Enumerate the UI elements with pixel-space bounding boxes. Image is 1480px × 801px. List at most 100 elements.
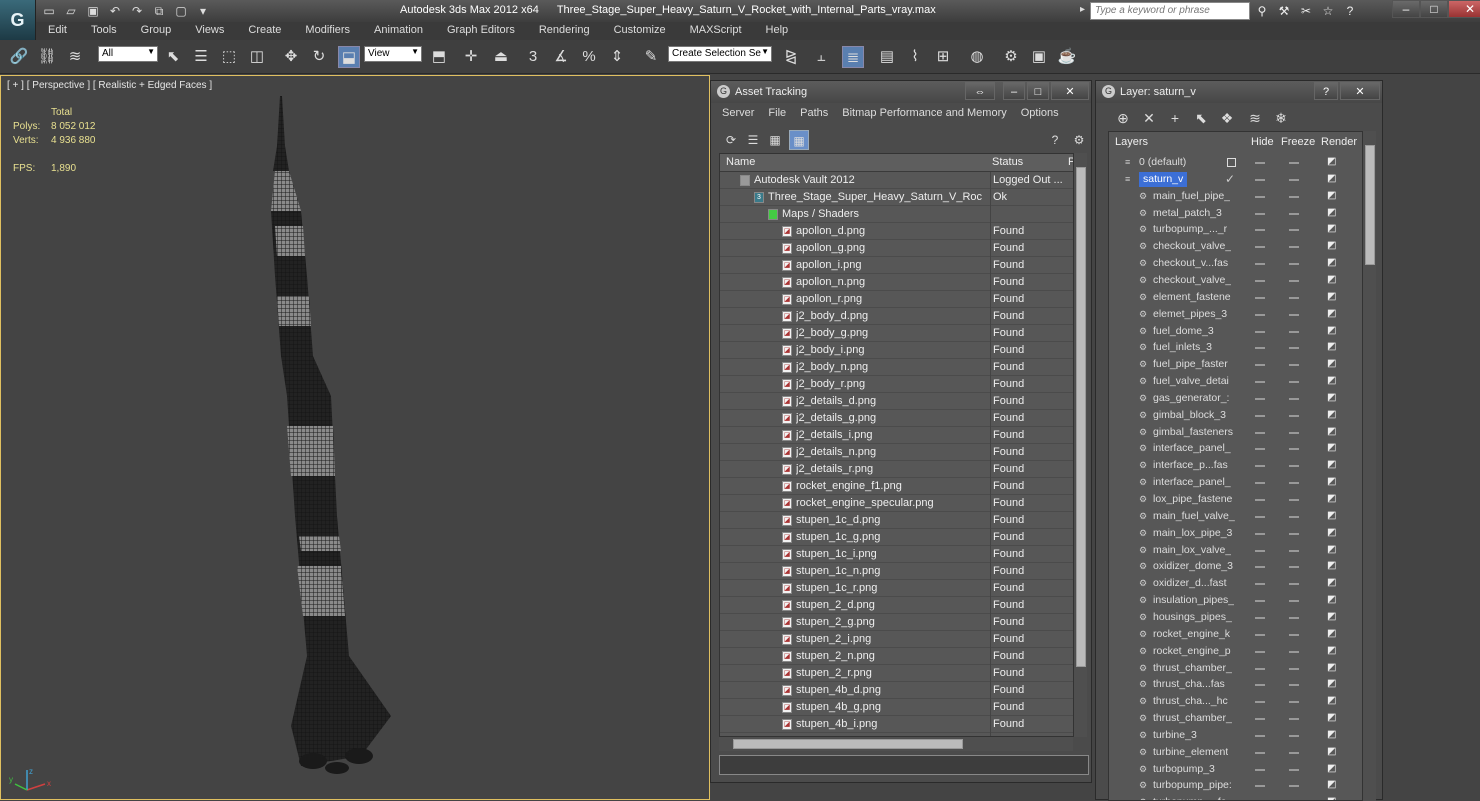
freeze-toggle[interactable] xyxy=(1289,684,1299,687)
layer-row[interactable]: ⚙ rocket_engine_p ◩ xyxy=(1109,643,1363,660)
freeze-toggle[interactable] xyxy=(1289,734,1299,737)
menu-modifiers[interactable]: Modifiers xyxy=(293,22,362,40)
render-teapot-icon[interactable]: ◩ xyxy=(1327,359,1337,369)
freeze-toggle[interactable] xyxy=(1289,667,1299,670)
hide-toggle[interactable] xyxy=(1255,448,1265,451)
layer-row[interactable]: ⚙ interface_panel_ ◩ xyxy=(1109,440,1363,457)
render-teapot-icon[interactable]: ◩ xyxy=(1327,746,1337,757)
col-render-header[interactable]: Render xyxy=(1321,136,1357,148)
table-row[interactable]: ◪ stupen_1c_d.png Found xyxy=(720,512,1074,529)
layer-row[interactable]: ⚙ turbopump_pipe: ◩ xyxy=(1109,777,1363,794)
hide-toggle[interactable] xyxy=(1255,684,1265,687)
layer-row[interactable]: ⚙ interface_p...fas ◩ xyxy=(1109,457,1363,474)
render-teapot-icon[interactable]: ◩ xyxy=(1327,595,1337,605)
col-name-header[interactable]: Name xyxy=(726,156,755,168)
asset-menu-options[interactable]: Options xyxy=(1014,105,1066,121)
hide-toggle[interactable] xyxy=(1255,178,1265,181)
menu-group[interactable]: Group xyxy=(129,22,184,40)
freeze-toggle[interactable] xyxy=(1289,347,1299,350)
layer-row[interactable]: ⚙ checkout_valve_ ◩ xyxy=(1109,272,1363,289)
table-row[interactable]: ◪ j2_body_r.png Found xyxy=(720,376,1074,393)
rotate-icon[interactable]: ↻ xyxy=(308,46,330,68)
table-row[interactable]: Autodesk Vault 2012 Logged Out ... xyxy=(720,172,1074,189)
asset-horizontal-scrollbar[interactable] xyxy=(719,737,1073,751)
align-icon[interactable]: ⫠ xyxy=(810,46,832,68)
hide-toggle[interactable] xyxy=(1255,785,1265,788)
hide-toggle[interactable] xyxy=(1255,246,1265,249)
bind-space-warp-icon[interactable]: ≋ xyxy=(64,46,86,68)
hold-icon[interactable]: ⧉ xyxy=(150,2,168,20)
render-production-icon[interactable]: ☕ xyxy=(1056,46,1078,68)
menu-views[interactable]: Views xyxy=(183,22,236,40)
menu-edit[interactable]: Edit xyxy=(36,22,79,40)
render-teapot-icon[interactable]: ◩ xyxy=(1327,173,1337,184)
open-file-icon[interactable]: ▱ xyxy=(62,2,80,20)
hide-toggle[interactable] xyxy=(1255,768,1265,771)
hide-toggle[interactable] xyxy=(1255,499,1265,501)
asset-vscroll-thumb[interactable] xyxy=(1076,167,1086,667)
freeze-toggle[interactable] xyxy=(1289,296,1299,299)
layer-row[interactable]: ⚙ oxidizer_dome_3 ◩ xyxy=(1109,558,1363,575)
freeze-toggle[interactable] xyxy=(1289,600,1299,603)
render-teapot-icon[interactable]: ◩ xyxy=(1327,258,1337,268)
refresh-icon[interactable]: ⟳ xyxy=(721,130,741,150)
hide-toggle[interactable] xyxy=(1255,347,1265,350)
render-teapot-icon[interactable]: ◩ xyxy=(1327,241,1337,251)
layer-row[interactable]: ⚙ fuel_dome_3 ◩ xyxy=(1109,323,1363,340)
table-row[interactable]: ◪ j2_details_d.png Found xyxy=(720,393,1074,410)
highlight-selected-icon[interactable]: ❖ xyxy=(1218,109,1236,127)
table-row[interactable]: ◪ rocket_engine_f1.png Found xyxy=(720,478,1074,495)
select-highlighted-icon[interactable]: ⬉ xyxy=(1192,109,1210,127)
freeze-toggle[interactable] xyxy=(1289,162,1299,164)
hide-toggle[interactable] xyxy=(1255,718,1265,721)
select-object-icon[interactable]: ⬉ xyxy=(162,46,184,68)
freeze-toggle[interactable] xyxy=(1289,633,1299,636)
freeze-toggle[interactable] xyxy=(1289,414,1299,417)
select-by-name-icon[interactable]: ☰ xyxy=(190,46,212,68)
table-row[interactable]: ◪ j2_details_g.png Found xyxy=(720,410,1074,427)
hide-toggle[interactable] xyxy=(1255,616,1265,619)
freeze-toggle[interactable] xyxy=(1289,229,1299,232)
hide-toggle[interactable] xyxy=(1255,414,1265,417)
menu-graph-editors[interactable]: Graph Editors xyxy=(435,22,527,40)
named-selection-set-dropdown[interactable]: Create Selection Se ▼ xyxy=(668,46,772,62)
asset-menu-paths[interactable]: Paths xyxy=(793,105,835,121)
link-icon[interactable]: 🔗 xyxy=(8,46,30,68)
hide-toggle[interactable] xyxy=(1255,482,1265,485)
freeze-toggle[interactable] xyxy=(1289,465,1299,468)
hide-toggle[interactable] xyxy=(1255,381,1265,384)
window-crossing-icon[interactable]: ◫ xyxy=(246,46,268,68)
render-teapot-icon[interactable]: ◩ xyxy=(1327,713,1337,723)
render-teapot-icon[interactable]: ◩ xyxy=(1327,780,1337,790)
hide-toggle[interactable] xyxy=(1255,583,1265,586)
freeze-toggle[interactable] xyxy=(1289,499,1299,501)
layer-row[interactable]: ≡ saturn_v ✓ ◩ xyxy=(1109,171,1363,188)
table-row[interactable]: ◪ j2_body_d.png Found xyxy=(720,308,1074,325)
layer-row[interactable]: ⚙ checkout_v...fas ◩ xyxy=(1109,255,1363,272)
help-icon[interactable]: ? xyxy=(1045,130,1065,150)
freeze-toggle[interactable] xyxy=(1289,616,1299,619)
selection-filter-dropdown[interactable]: All ▼ xyxy=(98,46,158,62)
table-row[interactable]: ◪ stupen_2_i.png Found xyxy=(720,631,1074,648)
col-status-header[interactable]: Status xyxy=(992,156,1023,168)
layer-titlebar[interactable]: G Layer: saturn_v ? ✕ xyxy=(1096,81,1382,103)
hide-all-icon[interactable]: ≋ xyxy=(1246,109,1264,127)
redo-icon[interactable]: ↷ xyxy=(128,2,146,20)
asset-menu-file[interactable]: File xyxy=(761,105,793,121)
table-view-icon[interactable]: ▦ xyxy=(789,130,809,150)
hide-toggle[interactable] xyxy=(1255,195,1265,198)
col-hide-header[interactable]: Hide xyxy=(1251,136,1274,148)
layer-row[interactable]: ⚙ thrust_cha..._hc ◩ xyxy=(1109,693,1363,710)
asset-hscroll-thumb[interactable] xyxy=(733,739,963,749)
render-teapot-icon[interactable]: ◩ xyxy=(1327,645,1337,656)
layer-row[interactable]: ⚙ turbine_element ◩ xyxy=(1109,744,1363,761)
keyboard-shortcut-icon[interactable]: ⏏ xyxy=(490,46,512,68)
hide-toggle[interactable] xyxy=(1255,751,1265,754)
layer-row[interactable]: ⚙ housings_pipes_ ◩ xyxy=(1109,609,1363,626)
freeze-toggle[interactable] xyxy=(1289,515,1299,518)
layer-vscroll-thumb[interactable] xyxy=(1365,145,1375,265)
render-teapot-icon[interactable]: ◩ xyxy=(1327,797,1337,800)
freeze-all-icon[interactable]: ❄ xyxy=(1272,109,1290,127)
new-file-icon[interactable]: ▭ xyxy=(40,2,58,20)
edit-named-selection-icon[interactable]: ✎ xyxy=(640,46,662,68)
